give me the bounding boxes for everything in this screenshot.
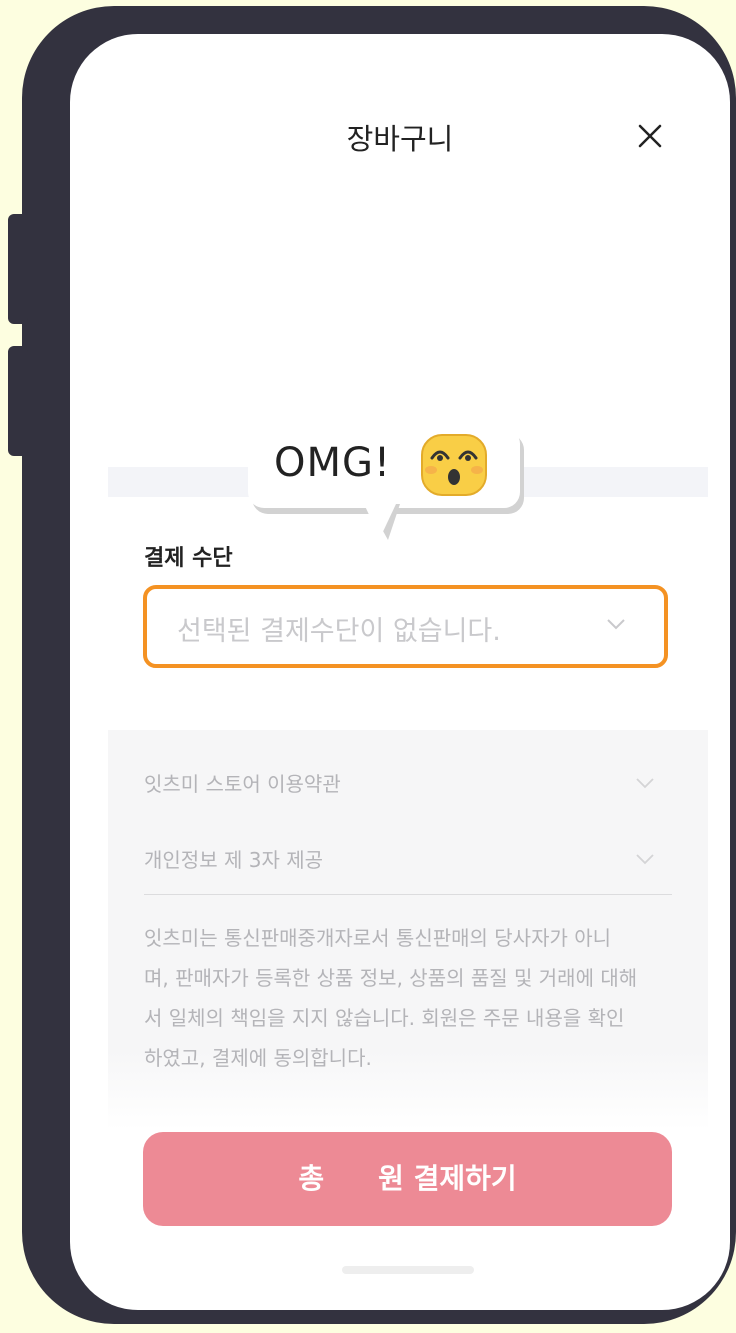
side-button-volume-up bbox=[8, 214, 28, 324]
chevron-down-icon bbox=[636, 854, 654, 865]
terms-notice-line: 서 일체의 책임을 지지 않습니다. 회원은 주문 내용을 확인 bbox=[144, 1006, 625, 1030]
terms-notice-line: 하였고, 결제에 동의합니다. bbox=[144, 1046, 372, 1070]
payment-method-placeholder: 선택된 결제수단이 없습니다. bbox=[177, 616, 501, 647]
speech-bubble: OMG! bbox=[248, 428, 520, 540]
terms-notice-line: 잇츠미는 통신판매중개자로서 통신판매의 당사자가 아니 bbox=[144, 926, 612, 950]
close-button[interactable] bbox=[630, 116, 670, 156]
speech-bubble-text: OMG! bbox=[274, 440, 392, 486]
payment-method-select[interactable]: 선택된 결제수단이 없습니다. bbox=[143, 585, 668, 668]
terms-item-label: 개인정보 제 3자 제공 bbox=[144, 848, 323, 872]
terms-section: 잇츠미 스토어 이용약관 개인정보 제 3자 제공 잇츠미는 통신판매중개자로서… bbox=[108, 730, 708, 1130]
pay-button-suffix: 원 결제하기 bbox=[378, 1162, 517, 1195]
terms-item-store[interactable]: 잇츠미 스토어 이용약관 bbox=[144, 764, 672, 804]
terms-divider bbox=[144, 894, 672, 895]
terms-notice: 잇츠미는 통신판매중개자로서 통신판매의 당사자가 아니 며, 판매자가 등록한… bbox=[144, 918, 672, 1078]
terms-item-third-party[interactable]: 개인정보 제 3자 제공 bbox=[144, 840, 672, 880]
home-indicator bbox=[342, 1266, 474, 1274]
pay-button[interactable]: 총 원 결제하기 bbox=[143, 1132, 672, 1226]
pay-button-prefix: 총 bbox=[298, 1162, 325, 1195]
close-icon bbox=[638, 124, 662, 148]
payment-method-label: 결제 수단 bbox=[144, 546, 233, 571]
speech-bubble-tail bbox=[364, 504, 400, 540]
side-button-volume-down bbox=[8, 346, 28, 456]
chevron-down-icon bbox=[636, 778, 654, 789]
terms-notice-line: 며, 판매자가 등록한 상품 정보, 상품의 품질 및 거래에 대해 bbox=[144, 966, 638, 990]
phone-frame: 장바구니 결제 수단 선택된 결제수단이 없습니다. 잇츠미 스토어 이용약관 bbox=[22, 6, 736, 1324]
chevron-down-icon bbox=[607, 619, 625, 630]
surprised-face-emoji bbox=[421, 434, 487, 496]
terms-item-label: 잇츠미 스토어 이용약관 bbox=[144, 772, 341, 796]
screen: 장바구니 결제 수단 선택된 결제수단이 없습니다. 잇츠미 스토어 이용약관 bbox=[70, 34, 730, 1310]
